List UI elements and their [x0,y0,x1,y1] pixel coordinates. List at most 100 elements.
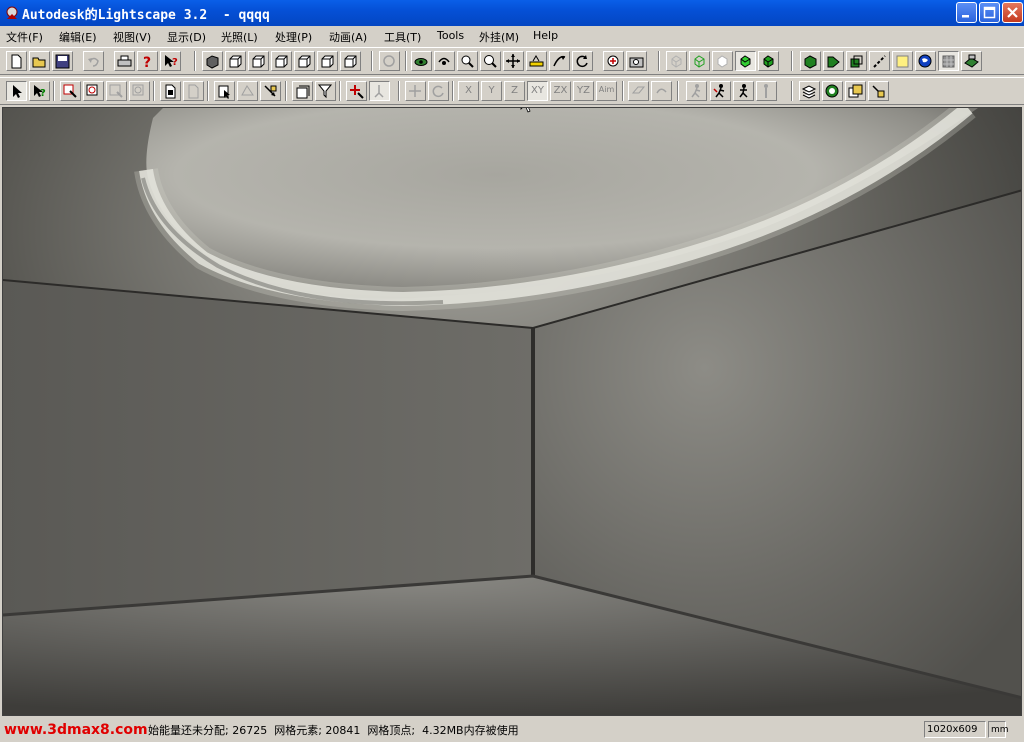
select-button[interactable] [6,81,27,101]
minimize-icon [962,15,969,18]
hidden-line-button[interactable] [712,51,733,71]
run-button[interactable] [733,81,754,101]
light-edit-button[interactable] [868,81,889,101]
smooth-shade-button[interactable] [758,51,779,71]
separator [207,81,209,101]
rotate-view-button[interactable] [434,51,455,71]
separator [285,81,287,101]
menu-process[interactable]: 处理(P) [275,29,312,45]
front-view-button[interactable] [225,51,246,71]
save-button[interactable] [52,51,73,71]
move-light-icon [264,85,277,97]
batch-button[interactable] [845,81,866,101]
walk-button[interactable] [710,81,731,101]
move-button[interactable] [405,81,426,101]
rotate-eye-icon [438,57,450,65]
menu-help[interactable]: Help [533,29,558,42]
zoom-button[interactable] [480,51,501,71]
deselect-window-button[interactable] [129,81,150,101]
select-window-icon [86,84,98,96]
camera-view-button[interactable] [626,51,647,71]
menu-display[interactable]: 显示(D) [167,29,206,45]
perspective-view-button[interactable] [202,51,223,71]
daylight-button[interactable] [822,81,843,101]
dolly-button[interactable] [526,51,547,71]
plane-yz-button[interactable]: YZ [573,81,594,101]
plane-zx-button[interactable]: ZX [550,81,571,101]
layers-button[interactable] [869,51,890,71]
luminaires-button[interactable] [823,51,844,71]
select-window-button[interactable] [83,81,104,101]
measure-button[interactable] [369,81,390,101]
menu-plugins[interactable]: 外挂(M) [479,29,519,45]
open-button[interactable] [29,51,50,71]
menu-tools[interactable]: Tools [437,29,464,42]
top-view-button[interactable] [317,51,338,71]
solid-cube-icon [740,55,751,68]
new-button[interactable] [6,51,27,71]
zoom-dynamic-button[interactable] [457,51,478,71]
pan-button[interactable] [503,51,524,71]
menu-light[interactable]: 光照(L) [221,29,258,45]
copy-button[interactable] [160,81,181,101]
undo-button[interactable] [83,51,104,71]
render-button[interactable] [961,51,982,71]
filter-button[interactable] [315,81,336,101]
materials-button[interactable] [800,51,821,71]
menu-edit[interactable]: 编辑(E) [59,29,97,45]
undo-edit-button[interactable] [651,81,672,101]
solid-shade-button[interactable] [735,51,756,71]
filter-icon [317,84,333,99]
outline-button[interactable] [689,51,710,71]
select-surface-button[interactable] [214,81,235,101]
left-view-button[interactable] [271,51,292,71]
move-light-button[interactable] [260,81,281,101]
query-button[interactable]: ? [29,81,50,101]
minimize-button[interactable] [956,2,977,23]
walk-view-button[interactable] [379,51,400,71]
wireframe-button[interactable] [666,51,687,71]
texture-button[interactable] [938,51,959,71]
light-toggle-button[interactable] [892,51,913,71]
edit-mesh-button[interactable] [237,81,258,101]
menu-tools-cn[interactable]: 工具(T) [384,29,421,45]
back-view-button[interactable] [248,51,269,71]
aim-button[interactable]: Aim [596,81,617,101]
menu-view[interactable]: 视图(V) [113,29,151,45]
app-icon[interactable] [4,5,20,21]
add-point-button[interactable] [346,81,367,101]
maximize-button[interactable] [979,2,1000,23]
orbit-button[interactable] [411,51,432,71]
deselect-button[interactable] [106,81,127,101]
right-view-button[interactable] [294,51,315,71]
blocks-button[interactable] [846,51,867,71]
paste-button[interactable] [183,81,204,101]
context-help-button[interactable]: ? [160,51,181,71]
print-button[interactable] [114,51,135,71]
erase-button[interactable] [628,81,649,101]
bottom-view-button[interactable] [340,51,361,71]
outline-cube-icon [694,55,705,68]
block-stack-icon [850,55,863,68]
dolly-icon [529,55,544,67]
menu-animation[interactable]: 动画(A) [329,29,367,45]
axis-y-button[interactable]: Y [481,81,502,101]
sphere-button[interactable] [915,51,936,71]
menu-file[interactable]: 文件(F) [6,29,43,45]
spin-button[interactable] [572,51,593,71]
stack-button[interactable] [292,81,313,101]
zoom-window-button[interactable] [603,51,624,71]
render-viewport[interactable] [2,107,1022,716]
axis-x-button[interactable]: X [458,81,479,101]
layers-manager-button[interactable] [799,81,820,101]
help-button[interactable]: ? [137,51,158,71]
rotate-button[interactable] [428,81,449,101]
select-box-button[interactable] [60,81,81,101]
stand-button[interactable] [756,81,777,101]
plane-xy-button[interactable]: XY [527,81,548,101]
copy-page-icon [165,84,176,99]
fly-button[interactable] [549,51,570,71]
close-button[interactable] [1002,2,1023,23]
axis-z-button[interactable]: Z [504,81,525,101]
walk-left-button[interactable] [686,81,707,101]
